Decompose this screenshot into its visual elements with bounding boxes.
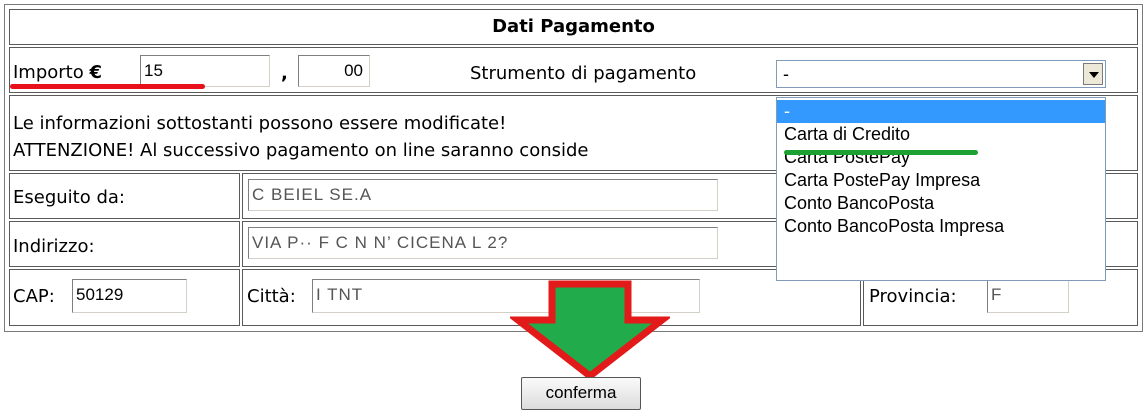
green-highlight-underline [784, 150, 978, 155]
executed-by-field[interactable]: C BEIEL SE.A [248, 179, 718, 211]
page-title: Dati Pagamento [492, 16, 655, 37]
option-postepay-impresa[interactable]: Carta PostePay Impresa [777, 169, 1105, 192]
option-none[interactable]: - [777, 100, 1105, 123]
address-field[interactable]: VIA P·· F C N N’ CICENA L 2? [248, 227, 718, 259]
city-label: Città: [247, 286, 296, 307]
payment-method-select[interactable]: - [776, 60, 1106, 88]
option-credit-card[interactable]: Carta di Credito [777, 123, 1105, 146]
notice-line-1: Le informazioni sottostanti possono esse… [13, 113, 507, 134]
province-input[interactable]: F [987, 279, 1069, 313]
option-bancoposta-impresa[interactable]: Conto BancoPosta Impresa [777, 215, 1105, 238]
confirm-button[interactable]: conferma [521, 377, 641, 410]
amount-label: Importo € [13, 62, 103, 83]
arrow-down-icon [510, 280, 670, 380]
chevron-down-icon[interactable] [1083, 63, 1103, 85]
executed-by-label: Eseguito da: [13, 187, 125, 208]
red-highlight-underline [10, 84, 205, 89]
notice-line-2: ATTENZIONE! Al successivo pagamento on l… [13, 140, 589, 161]
payment-method-dropdown[interactable]: - Carta di Credito Carta PostePay Carta … [776, 97, 1106, 281]
amount-euros-input[interactable]: 15 [140, 55, 270, 87]
option-bancoposta[interactable]: Conto BancoPosta [777, 192, 1105, 215]
address-label: Indirizzo: [13, 236, 95, 257]
form-header: Dati Pagamento [9, 9, 1138, 45]
province-label: Provincia: [869, 286, 957, 307]
payment-method-label: Strumento di pagamento [470, 63, 697, 84]
amount-cents-input[interactable]: 00 [298, 55, 370, 87]
cap-label: CAP: [13, 286, 55, 307]
cap-input[interactable]: 50129 [72, 279, 187, 313]
decimal-separator: , [281, 63, 288, 84]
